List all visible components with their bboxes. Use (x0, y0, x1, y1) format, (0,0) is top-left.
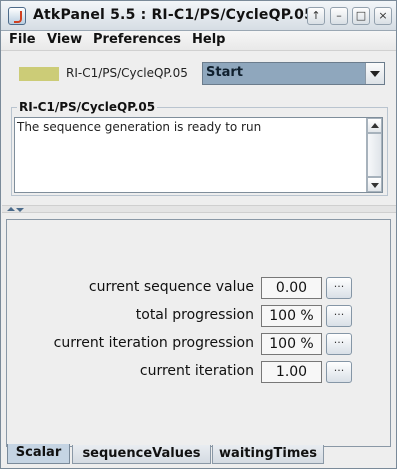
attribute-value: 1.00 (261, 361, 322, 383)
app-window: AtkPanel 5.5 : RI-C1/PS/CycleQP.05 ↑ – □… (0, 0, 397, 469)
menu-preferences[interactable]: Preferences (93, 32, 181, 47)
scroll-up-arrow-icon[interactable] (367, 118, 382, 133)
scroll-thumb[interactable] (367, 133, 382, 177)
status-scrollbar[interactable] (366, 118, 382, 192)
device-state-indicator (19, 67, 59, 81)
attribute-more-button[interactable]: ··· (326, 361, 352, 383)
attribute-more-button[interactable]: ··· (326, 277, 352, 299)
always-on-top-button[interactable]: ↑ (307, 7, 325, 25)
collapse-up-arrow-icon[interactable] (7, 207, 15, 211)
expand-down-arrow-icon[interactable] (16, 208, 24, 212)
attribute-label: current iteration progression (53, 335, 254, 351)
tab-scalar[interactable]: Scalar (7, 444, 70, 464)
scroll-down-arrow-icon[interactable] (367, 177, 382, 192)
menu-file[interactable]: File (9, 32, 36, 47)
window-title: AtkPanel 5.5 : RI-C1/PS/CycleQP.05 (33, 7, 315, 23)
menu-bar: File View Preferences Help (1, 31, 396, 51)
attribute-more-button[interactable]: ··· (326, 333, 352, 355)
attribute-label: total progression (135, 307, 254, 323)
command-selected-value[interactable]: Start (203, 63, 365, 84)
maximize-button[interactable]: □ (352, 7, 370, 25)
menu-help[interactable]: Help (192, 32, 225, 47)
device-name-label: RI-C1/PS/CycleQP.05 (66, 66, 188, 80)
minimize-button[interactable]: – (330, 7, 348, 25)
attribute-value: 100 % (261, 333, 322, 355)
status-group-title: RI-C1/PS/CycleQP.05 (17, 100, 158, 114)
menu-view[interactable]: View (47, 32, 82, 47)
attribute-value: 100 % (261, 305, 322, 327)
attribute-label: current iteration (139, 363, 254, 379)
split-pane-divider[interactable] (2, 205, 396, 213)
attribute-more-button[interactable]: ··· (326, 305, 352, 327)
status-text-area[interactable]: The sequence generation is ready to run (14, 117, 383, 193)
attribute-label: current sequence value (88, 279, 254, 295)
tab-sequence-values[interactable]: sequenceValues (72, 445, 211, 464)
command-combo-box[interactable]: Start (202, 62, 385, 85)
close-button[interactable]: × (374, 7, 392, 25)
attribute-value: 0.00 (261, 277, 322, 299)
tab-waiting-times[interactable]: waitingTimes (212, 445, 324, 464)
title-bar[interactable]: AtkPanel 5.5 : RI-C1/PS/CycleQP.05 ↑ – □… (1, 1, 396, 31)
status-message: The sequence generation is ready to run (17, 120, 262, 134)
chevron-down-icon[interactable] (365, 63, 384, 84)
java-app-icon (8, 7, 26, 25)
